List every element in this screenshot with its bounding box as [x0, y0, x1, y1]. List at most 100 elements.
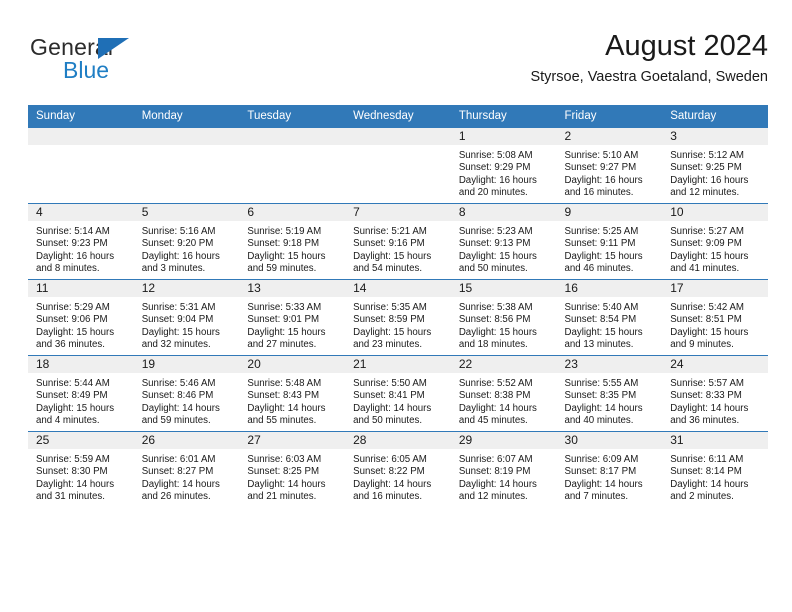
daylight-text: Daylight: 16 hours	[670, 174, 749, 186]
weekday-header-wednesday: Wednesday	[345, 105, 451, 128]
day-details: Sunrise: 6:09 AM Sunset: 8:17 PM Daylight:…	[557, 449, 663, 503]
day-details: Sunrise: 6:03 AM Sunset: 8:25 PM Daylight:…	[239, 449, 345, 503]
sunset-text: Sunset: 8:33 PM	[670, 390, 742, 402]
day-cell[interactable]: 4 Sunrise: 5:14 AM Sunset: 9:23 PM Daylight…	[28, 203, 134, 280]
day-details: Sunrise: 5:10 AM Sunset: 9:27 PM Daylight:…	[557, 145, 663, 199]
day-number	[345, 128, 451, 145]
weekday-header-tuesday: Tuesday	[239, 105, 346, 128]
sunrise-text: Sunrise: 5:59 AM	[36, 454, 110, 465]
daylight-text: and 18 minutes.	[458, 338, 528, 350]
day-cell[interactable]: 9 Sunrise: 5:25 AM Sunset: 9:11 PM Daylight…	[556, 203, 663, 280]
daylight-text: Daylight: 15 hours	[353, 326, 432, 338]
day-cell[interactable]: 16 Sunrise: 5:40 AM Sunset: 8:54 PM Dayligh…	[556, 279, 663, 356]
day-cell[interactable]: 11 Sunrise: 5:29 AM Sunset: 9:06 PM Dayligh…	[28, 279, 134, 356]
day-cell[interactable]: 24 Sunrise: 5:57 AM Sunset: 8:33 PM Dayligh…	[662, 355, 768, 432]
day-cell[interactable]: 8 Sunrise: 5:23 AM Sunset: 9:13 PM Daylight…	[450, 203, 557, 280]
sunset-text: Sunset: 9:06 PM	[36, 314, 108, 326]
day-details: Sunrise: 5:44 AM Sunset: 8:49 PM Daylight:…	[28, 373, 134, 427]
day-cell[interactable]: 30 Sunrise: 6:09 AM Sunset: 8:17 PM Dayligh…	[556, 431, 663, 507]
sunrise-text: Sunrise: 6:05 AM	[353, 454, 427, 465]
day-cell[interactable]: 2 Sunrise: 5:10 AM Sunset: 9:27 PM Daylight…	[556, 128, 663, 204]
sunset-text: Sunset: 9:23 PM	[36, 238, 108, 250]
day-cell-empty	[133, 128, 240, 204]
weekday-header-saturday: Saturday	[662, 105, 768, 128]
day-cell[interactable]: 27 Sunrise: 6:03 AM Sunset: 8:25 PM Dayligh…	[239, 431, 346, 507]
sunrise-text: Sunrise: 5:31 AM	[141, 302, 216, 313]
brand-logo[interactable]: General Blue	[30, 34, 210, 90]
day-cell[interactable]: 25 Sunrise: 5:59 AM Sunset: 8:30 PM Dayligh…	[28, 431, 134, 507]
day-number: 13	[239, 280, 346, 297]
sunset-text: Sunset: 8:54 PM	[564, 314, 637, 326]
sunset-text: Sunset: 8:38 PM	[458, 390, 531, 402]
day-details: Sunrise: 5:14 AM Sunset: 9:23 PM Daylight:…	[28, 221, 134, 275]
daylight-text: and 9 minutes.	[670, 338, 734, 350]
day-cell[interactable]: 17 Sunrise: 5:42 AM Sunset: 8:51 PM Dayligh…	[662, 279, 768, 356]
calendar-body: 1 Sunrise: 5:08 AM Sunset: 9:29 PM Daylight…	[28, 128, 768, 507]
day-number: 20	[239, 356, 346, 373]
day-cell[interactable]: 20 Sunrise: 5:48 AM Sunset: 8:43 PM Dayligh…	[239, 355, 346, 432]
sunrise-text: Sunrise: 6:09 AM	[564, 454, 639, 465]
day-cell[interactable]: 15 Sunrise: 5:38 AM Sunset: 8:56 PM Dayligh…	[450, 279, 557, 356]
daylight-text: and 2 minutes.	[670, 490, 734, 502]
weekday-header-thursday: Thursday	[450, 105, 557, 128]
day-number: 15	[450, 280, 557, 297]
sunset-text: Sunset: 8:19 PM	[458, 466, 531, 478]
daylight-text: Daylight: 14 hours	[670, 478, 749, 490]
sunrise-text: Sunrise: 5:57 AM	[670, 378, 744, 389]
sunset-text: Sunset: 8:30 PM	[36, 466, 108, 478]
page-title: August 2024	[605, 30, 768, 62]
sunrise-text: Sunrise: 5:40 AM	[564, 302, 639, 313]
day-cell[interactable]: 1 Sunrise: 5:08 AM Sunset: 9:29 PM Daylight…	[450, 128, 557, 204]
sunrise-text: Sunrise: 5:55 AM	[564, 378, 639, 389]
daylight-text: and 12 minutes.	[670, 186, 740, 198]
day-details: Sunrise: 5:35 AM Sunset: 8:59 PM Daylight:…	[345, 297, 451, 351]
daylight-text: and 16 minutes.	[564, 186, 634, 198]
day-cell[interactable]: 31 Sunrise: 6:11 AM Sunset: 8:14 PM Dayligh…	[662, 431, 768, 507]
sunset-text: Sunset: 9:16 PM	[353, 238, 425, 250]
sunrise-text: Sunrise: 5:46 AM	[141, 378, 216, 389]
daylight-text: and 3 minutes.	[141, 262, 206, 274]
sunset-text: Sunset: 8:35 PM	[564, 390, 637, 402]
sunset-text: Sunset: 9:09 PM	[670, 238, 742, 250]
day-details: Sunrise: 5:52 AM Sunset: 8:38 PM Daylight:…	[451, 373, 557, 427]
daylight-text: and 20 minutes.	[458, 186, 528, 198]
day-cell[interactable]: 28 Sunrise: 6:05 AM Sunset: 8:22 PM Dayligh…	[345, 431, 451, 507]
day-cell[interactable]: 12 Sunrise: 5:31 AM Sunset: 9:04 PM Dayligh…	[133, 279, 240, 356]
day-details: Sunrise: 5:40 AM Sunset: 8:54 PM Daylight:…	[557, 297, 663, 351]
sunset-text: Sunset: 8:17 PM	[564, 466, 637, 478]
sunrise-text: Sunrise: 6:01 AM	[141, 454, 216, 465]
day-details: Sunrise: 6:07 AM Sunset: 8:19 PM Daylight:…	[451, 449, 557, 503]
daylight-text: Daylight: 15 hours	[458, 250, 537, 262]
day-cell[interactable]: 6 Sunrise: 5:19 AM Sunset: 9:18 PM Daylight…	[239, 203, 346, 280]
day-cell[interactable]: 26 Sunrise: 6:01 AM Sunset: 8:27 PM Dayligh…	[133, 431, 240, 507]
sunset-text: Sunset: 8:41 PM	[353, 390, 425, 402]
day-cell[interactable]: 10 Sunrise: 5:27 AM Sunset: 9:09 PM Dayligh…	[662, 203, 768, 280]
daylight-text: Daylight: 14 hours	[353, 478, 432, 490]
day-cell[interactable]: 18 Sunrise: 5:44 AM Sunset: 8:49 PM Dayligh…	[28, 355, 134, 432]
day-cell-empty	[345, 128, 451, 204]
day-cell[interactable]: 22 Sunrise: 5:52 AM Sunset: 8:38 PM Dayligh…	[450, 355, 557, 432]
day-cell[interactable]: 5 Sunrise: 5:16 AM Sunset: 9:20 PM Daylight…	[133, 203, 240, 280]
sunset-text: Sunset: 9:20 PM	[141, 238, 214, 250]
daylight-text: Daylight: 14 hours	[141, 402, 220, 414]
sunrise-text: Sunrise: 5:23 AM	[458, 226, 533, 237]
sunset-text: Sunset: 8:51 PM	[670, 314, 742, 326]
daylight-text: Daylight: 15 hours	[458, 326, 537, 338]
day-number: 14	[345, 280, 451, 297]
sunrise-text: Sunrise: 5:08 AM	[458, 150, 533, 161]
sunrise-text: Sunrise: 5:35 AM	[353, 302, 427, 313]
page-header: General Blue August 2024 Styrsoe, Vaestr…	[28, 28, 768, 98]
sunrise-text: Sunrise: 5:14 AM	[36, 226, 110, 237]
day-cell[interactable]: 29 Sunrise: 6:07 AM Sunset: 8:19 PM Dayligh…	[450, 431, 557, 507]
day-cell[interactable]: 21 Sunrise: 5:50 AM Sunset: 8:41 PM Dayligh…	[345, 355, 451, 432]
day-cell[interactable]: 14 Sunrise: 5:35 AM Sunset: 8:59 PM Dayligh…	[345, 279, 451, 356]
day-details: Sunrise: 6:11 AM Sunset: 8:14 PM Daylight:…	[662, 449, 768, 503]
day-cell[interactable]: 7 Sunrise: 5:21 AM Sunset: 9:16 PM Daylight…	[345, 203, 451, 280]
day-number: 18	[28, 356, 134, 373]
day-cell[interactable]: 19 Sunrise: 5:46 AM Sunset: 8:46 PM Dayligh…	[133, 355, 240, 432]
day-cell[interactable]: 23 Sunrise: 5:55 AM Sunset: 8:35 PM Dayligh…	[556, 355, 663, 432]
day-cell[interactable]: 13 Sunrise: 5:33 AM Sunset: 9:01 PM Dayligh…	[239, 279, 346, 356]
day-cell[interactable]: 3 Sunrise: 5:12 AM Sunset: 9:25 PM Daylight…	[662, 128, 768, 204]
calendar-page: General Blue August 2024 Styrsoe, Vaestr…	[0, 0, 792, 612]
daylight-text: Daylight: 15 hours	[141, 326, 220, 338]
